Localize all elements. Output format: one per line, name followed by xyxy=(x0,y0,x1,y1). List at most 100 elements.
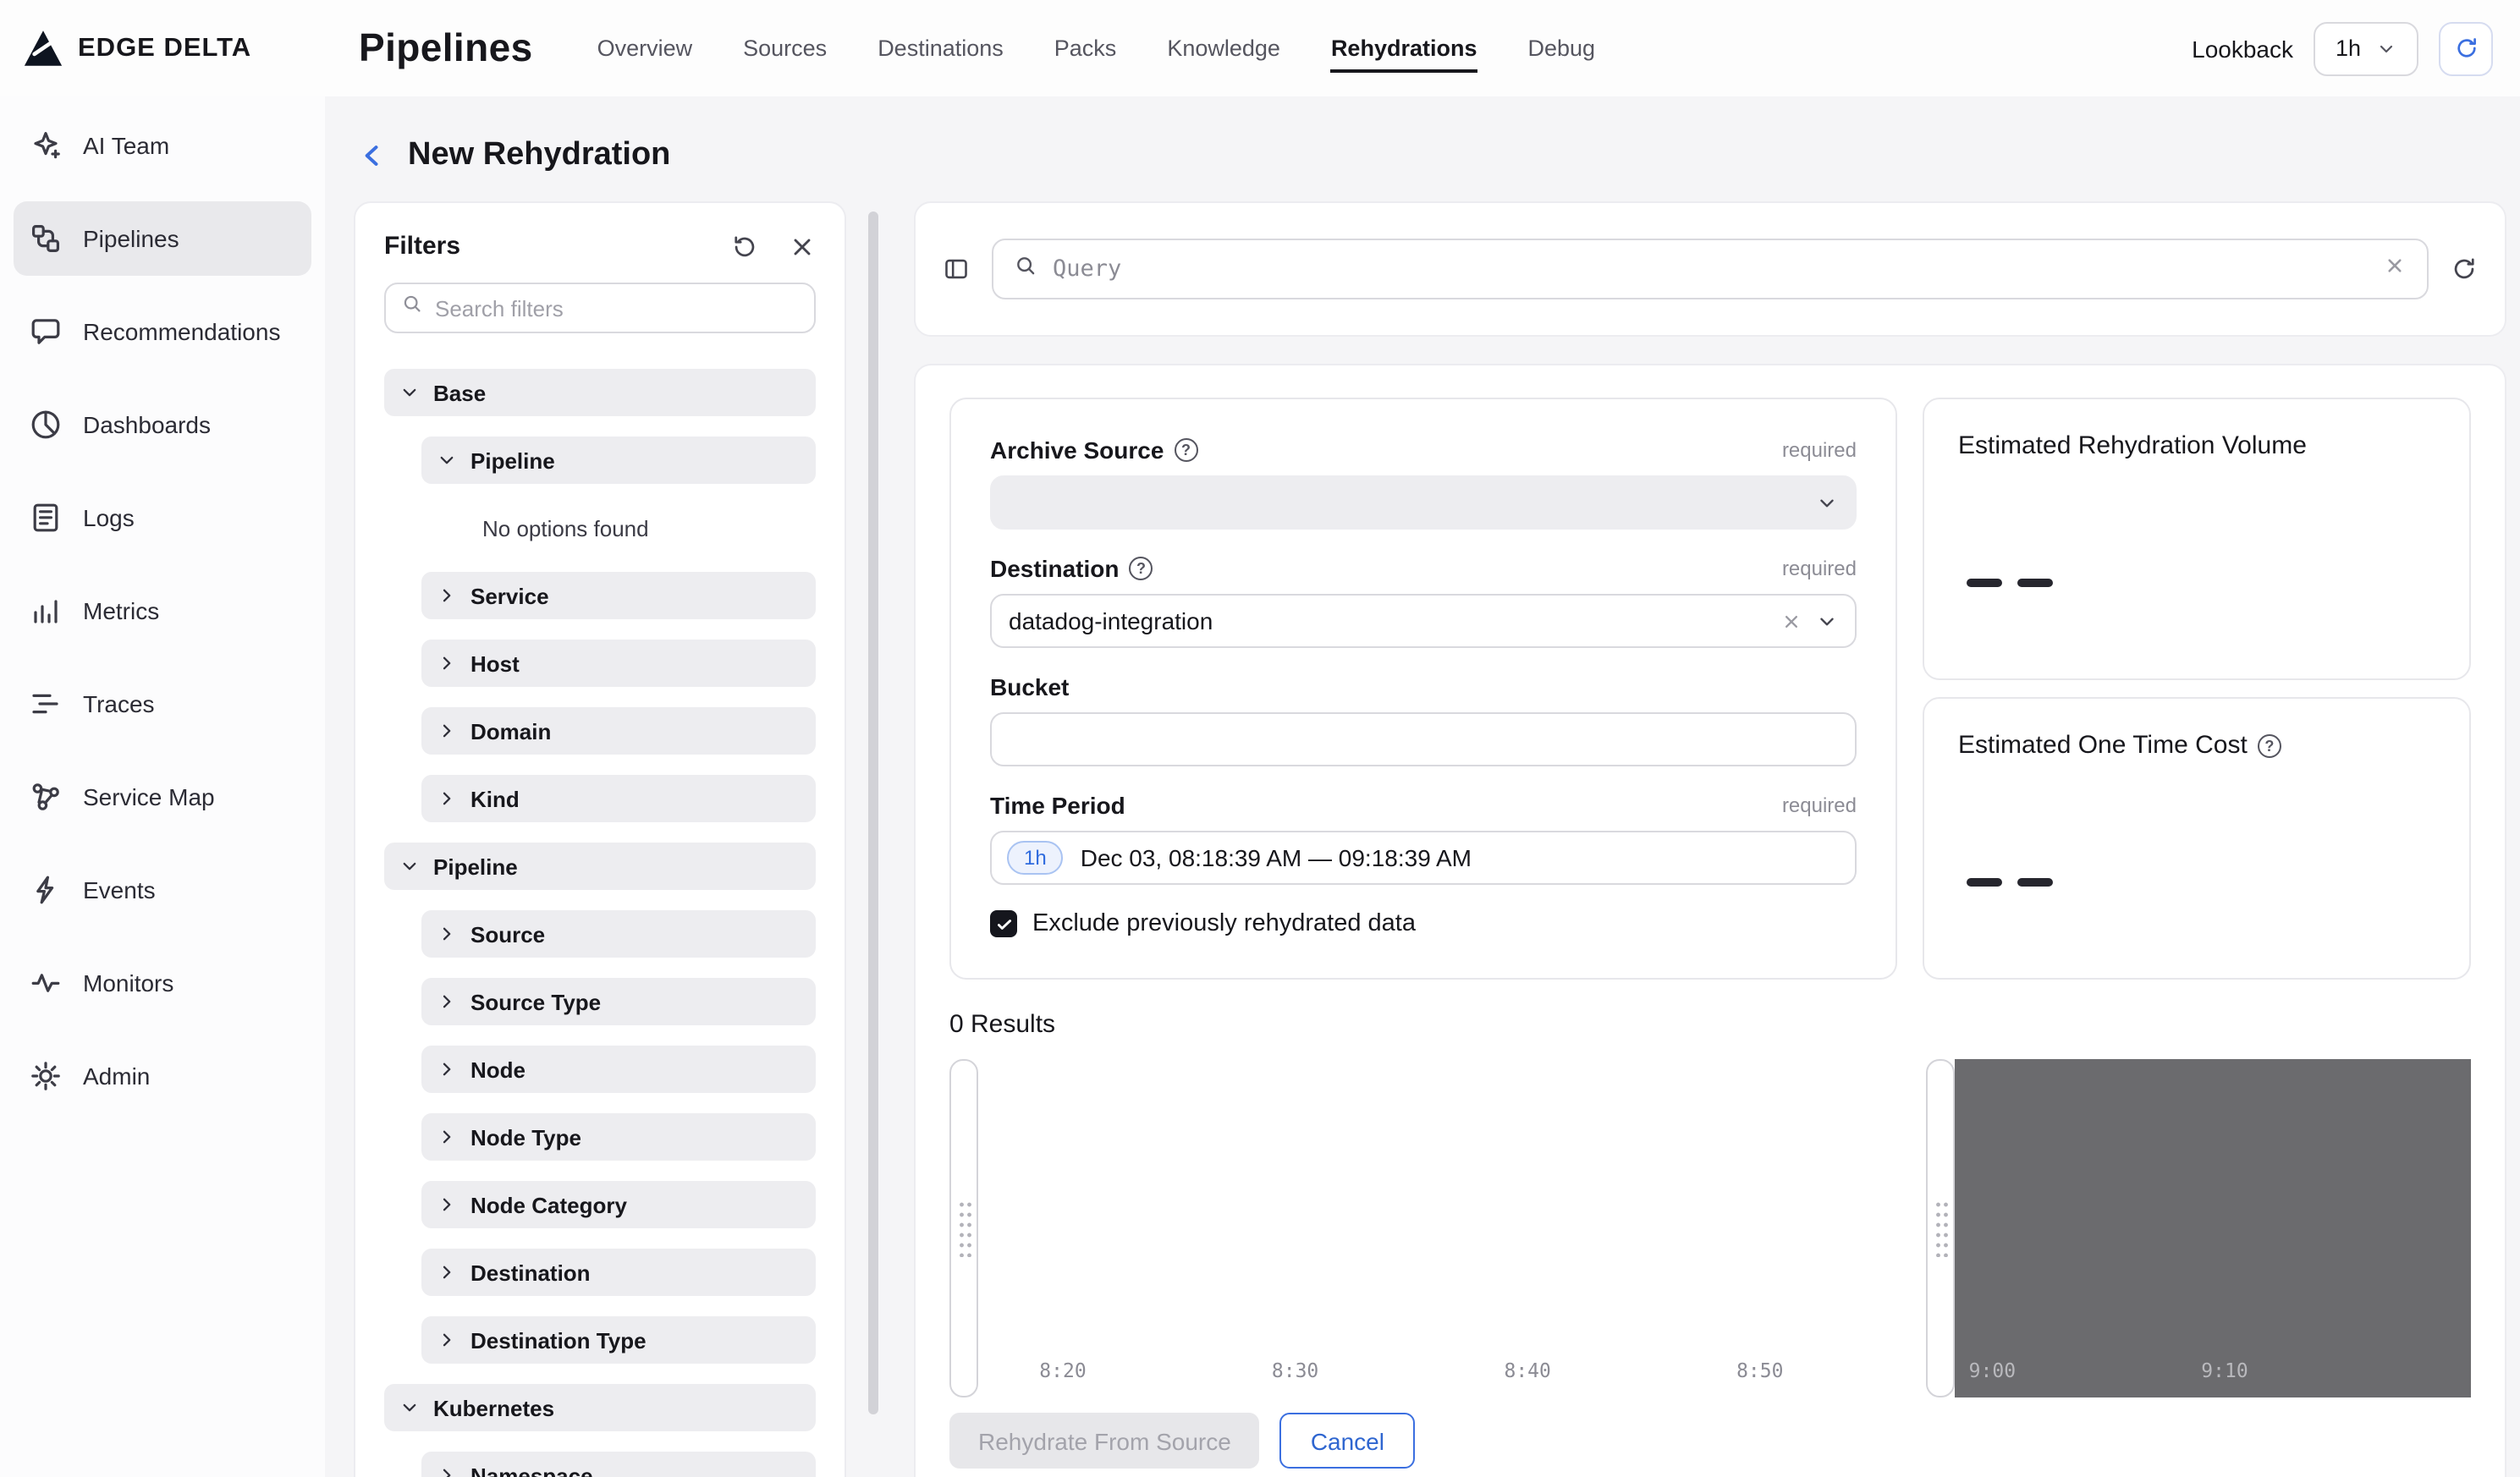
clear-query-icon[interactable] xyxy=(2383,253,2407,285)
sidebar-item-logs[interactable]: Logs xyxy=(14,480,311,555)
topbar: Pipelines Overview Sources Destinations Pac… xyxy=(325,0,2520,96)
metrics-icon xyxy=(29,594,63,628)
exclude-rehydrated-row[interactable]: Exclude previously rehydrated data xyxy=(990,910,1857,937)
tab-overview[interactable]: Overview xyxy=(597,24,693,73)
filter-section-source-type[interactable]: Source Type xyxy=(421,978,816,1025)
logo-text: EDGE DELTA xyxy=(78,33,252,62)
filter-section-label: Kind xyxy=(470,786,520,811)
sidebar-item-monitors[interactable]: Monitors xyxy=(14,946,311,1020)
filters-panel: Filters Base Pipeline No options found Serv… xyxy=(354,201,846,1477)
filter-section-service[interactable]: Service xyxy=(421,572,816,619)
scrollbar-thumb[interactable] xyxy=(868,211,878,1414)
sidebar-item-admin[interactable]: Admin xyxy=(14,1039,311,1113)
sidebar-item-events[interactable]: Events xyxy=(14,853,311,927)
filter-section-pipeline[interactable]: Pipeline xyxy=(421,437,816,484)
sidebar-item-ai-team[interactable]: AI Team xyxy=(14,108,311,183)
back-button[interactable] xyxy=(357,140,388,171)
filter-section-kind[interactable]: Kind xyxy=(421,775,816,822)
timeline-right-handle[interactable] xyxy=(1926,1059,1955,1397)
chevron-right-icon xyxy=(437,924,457,944)
sidebar-nav: AI Team Pipelines Recommendations Dashboard… xyxy=(14,108,311,1113)
query-refresh-button[interactable] xyxy=(2451,255,2478,283)
drag-grip-icon xyxy=(1934,1200,1947,1257)
filter-section-node[interactable]: Node xyxy=(421,1046,816,1093)
chevron-down-icon xyxy=(399,856,420,876)
sidebar-item-metrics[interactable]: Metrics xyxy=(14,574,311,648)
chevron-down-icon xyxy=(2376,38,2396,58)
chevron-down-icon xyxy=(1816,491,1838,513)
topbar-right: Lookback 1h xyxy=(2192,21,2493,75)
edge-delta-logo-icon xyxy=(22,27,64,69)
sidebar-item-label: Dashboards xyxy=(83,411,211,438)
timeline-left-handle[interactable] xyxy=(949,1059,978,1397)
filter-section-base[interactable]: Base xyxy=(384,369,816,416)
filter-section-kubernetes[interactable]: Kubernetes xyxy=(384,1384,816,1431)
filter-section-destination[interactable]: Destination xyxy=(421,1249,816,1296)
logs-icon xyxy=(29,501,63,535)
query-bar xyxy=(914,201,2506,337)
time-period-input[interactable]: 1h Dec 03, 08:18:39 AM — 09:18:39 AM xyxy=(990,831,1857,885)
sidebar-item-label: Traces xyxy=(83,690,155,717)
destination-select[interactable]: datadog-integration xyxy=(990,594,1857,648)
tab-knowledge[interactable]: Knowledge xyxy=(1167,24,1280,73)
rehydrate-button[interactable]: Rehydrate From Source xyxy=(949,1413,1260,1469)
global-refresh-button[interactable] xyxy=(2439,21,2493,75)
actions-row: Rehydrate From Source Cancel xyxy=(949,1413,2471,1469)
required-badge: required xyxy=(1781,557,1857,580)
filter-section-label: Source xyxy=(470,921,546,947)
tab-packs[interactable]: Packs xyxy=(1054,24,1117,73)
filters-scrollbar[interactable] xyxy=(868,211,878,1477)
filters-search xyxy=(384,283,816,333)
bucket-input[interactable] xyxy=(990,712,1857,766)
filter-section-host[interactable]: Host xyxy=(421,640,816,687)
close-filters-button[interactable] xyxy=(789,233,816,260)
sidebar-item-recommendations[interactable]: Recommendations xyxy=(14,294,311,369)
rehydration-form: Archive Source? required Destination? re… xyxy=(949,398,1897,980)
archive-source-select[interactable] xyxy=(990,475,1857,530)
sidebar-item-traces[interactable]: Traces xyxy=(14,667,311,741)
filter-section-namespace[interactable]: Namespace xyxy=(421,1452,816,1477)
time-period-label: Time Period xyxy=(990,792,1125,819)
estimated-volume-title: Estimated Rehydration Volume xyxy=(1958,431,2307,460)
chevron-right-icon xyxy=(437,1059,457,1079)
lookback-label: Lookback xyxy=(2192,35,2293,62)
chevron-right-icon xyxy=(437,1262,457,1282)
filter-list: Base Pipeline No options found Service Host D… xyxy=(384,369,816,1477)
tab-rehydrations[interactable]: Rehydrations xyxy=(1330,24,1477,73)
tab-sources[interactable]: Sources xyxy=(743,24,827,73)
sidebar-item-pipelines[interactable]: Pipelines xyxy=(14,201,311,276)
form-and-estimates: Archive Source? required Destination? re… xyxy=(949,398,2471,980)
filter-section-label: Pipeline xyxy=(433,854,518,879)
reset-filters-button[interactable] xyxy=(731,233,758,260)
query-input[interactable] xyxy=(1053,255,2368,283)
clear-destination-icon[interactable] xyxy=(1780,610,1802,632)
archive-source-label: Archive Source? xyxy=(990,437,1198,464)
filter-section-pipeline[interactable]: Pipeline xyxy=(384,843,816,890)
duration-badge: 1h xyxy=(1007,841,1064,875)
tab-debug[interactable]: Debug xyxy=(1528,24,1596,73)
checkbox-checked-icon[interactable] xyxy=(990,910,1017,937)
timeline-excluded-region xyxy=(1955,1059,2471,1397)
cancel-button[interactable]: Cancel xyxy=(1279,1413,1415,1469)
filter-section-source[interactable]: Source xyxy=(421,910,816,958)
filter-section-label: Pipeline xyxy=(470,447,555,473)
filter-section-label: Node xyxy=(470,1057,525,1082)
filters-header: Filters xyxy=(384,232,816,261)
exclude-rehydrated-label: Exclude previously rehydrated data xyxy=(1032,910,1416,937)
tab-destinations[interactable]: Destinations xyxy=(878,24,1004,73)
filter-section-domain[interactable]: Domain xyxy=(421,707,816,755)
collapse-panel-button[interactable] xyxy=(943,255,970,283)
estimated-volume-card: Estimated Rehydration Volume xyxy=(1923,398,2471,680)
filters-search-input[interactable] xyxy=(435,295,799,321)
work-area: Archive Source? required Destination? re… xyxy=(914,201,2506,1477)
filter-section-node-type[interactable]: Node Type xyxy=(421,1113,816,1161)
main-content: New Rehydration Filters Base xyxy=(325,96,2520,1477)
sidebar-item-dashboards[interactable]: Dashboards xyxy=(14,387,311,462)
content-header: New Rehydration xyxy=(325,96,2520,201)
admin-icon xyxy=(29,1059,63,1093)
filter-section-node-category[interactable]: Node Category xyxy=(421,1181,816,1228)
filter-section-label: Source Type xyxy=(470,989,602,1014)
sidebar-item-service-map[interactable]: Service Map xyxy=(14,760,311,834)
filter-section-destination-type[interactable]: Destination Type xyxy=(421,1316,816,1364)
lookback-select[interactable]: 1h xyxy=(2314,21,2418,75)
